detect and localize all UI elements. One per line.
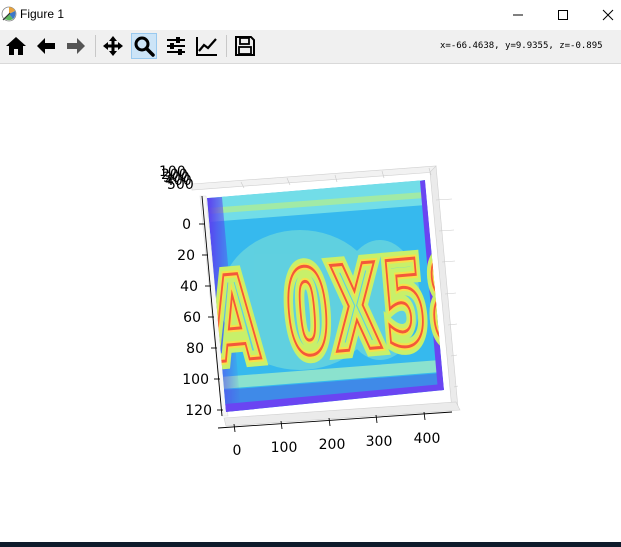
zoom-icon xyxy=(134,36,155,57)
subplots-icon xyxy=(167,37,185,55)
toolbar-separator xyxy=(226,35,227,57)
y-tick-label: 0 xyxy=(182,217,191,233)
subplots-button[interactable] xyxy=(163,33,189,59)
back-arrow-icon xyxy=(37,38,55,54)
forward-arrow-icon xyxy=(67,38,85,54)
surface-plot: A 0X586 A 0X586 A 0X586 0 100 200 300 40… xyxy=(159,164,527,459)
z-tick-label: 500 xyxy=(167,177,194,193)
window-title: Figure 1 xyxy=(20,7,65,21)
plate-characters: A 0X586 A 0X586 A 0X586 xyxy=(204,219,527,396)
x-tick-label: 300 xyxy=(366,434,393,450)
y-tick-label: 100 xyxy=(182,372,209,388)
back-button[interactable] xyxy=(33,33,59,59)
save-button[interactable] xyxy=(232,33,258,59)
surface-image: A 0X586 A 0X586 A 0X586 xyxy=(204,180,527,412)
edit-axis-icon xyxy=(196,37,217,56)
x-tick-label: 0 xyxy=(233,443,242,459)
x-tick-label: 400 xyxy=(414,431,441,447)
x-tick-label: 100 xyxy=(271,440,298,456)
y-tick-label: 60 xyxy=(183,310,201,326)
toolbar-separator xyxy=(95,35,96,57)
save-icon xyxy=(235,36,255,56)
maximize-button[interactable] xyxy=(540,0,586,30)
home-button[interactable] xyxy=(3,33,29,59)
maximize-icon xyxy=(558,10,568,20)
close-icon xyxy=(602,9,614,21)
title-bar: Figure 1 xyxy=(0,0,621,30)
home-icon xyxy=(6,37,26,55)
forward-button[interactable] xyxy=(63,33,89,59)
y-tick-label: 40 xyxy=(180,279,198,295)
pan-button[interactable] xyxy=(100,33,126,59)
zoom-button[interactable] xyxy=(131,33,157,59)
plate-text-core: A 0X586 xyxy=(204,225,527,390)
close-button[interactable] xyxy=(585,0,621,30)
x-tick-label: 200 xyxy=(319,437,346,453)
minimize-icon xyxy=(513,14,523,16)
plot-canvas[interactable]: A 0X586 A 0X586 A 0X586 0 100 200 300 40… xyxy=(0,64,621,542)
pan-icon xyxy=(103,36,123,56)
minimize-button[interactable] xyxy=(495,0,541,30)
customize-button[interactable] xyxy=(194,33,220,59)
taskbar-strip xyxy=(0,542,621,547)
matplotlib-app-icon xyxy=(1,6,17,22)
y-tick-label: 120 xyxy=(185,403,212,419)
y-tick-label: 80 xyxy=(186,341,204,357)
cursor-coordinates: x=-66.4638, y=9.9355, z=-0.895 xyxy=(440,41,603,51)
z-tick-labels: 100 200 300 400 500 xyxy=(159,164,194,193)
x-tick-labels: 0 100 200 300 400 xyxy=(233,431,441,459)
y-tick-label: 20 xyxy=(177,248,195,264)
